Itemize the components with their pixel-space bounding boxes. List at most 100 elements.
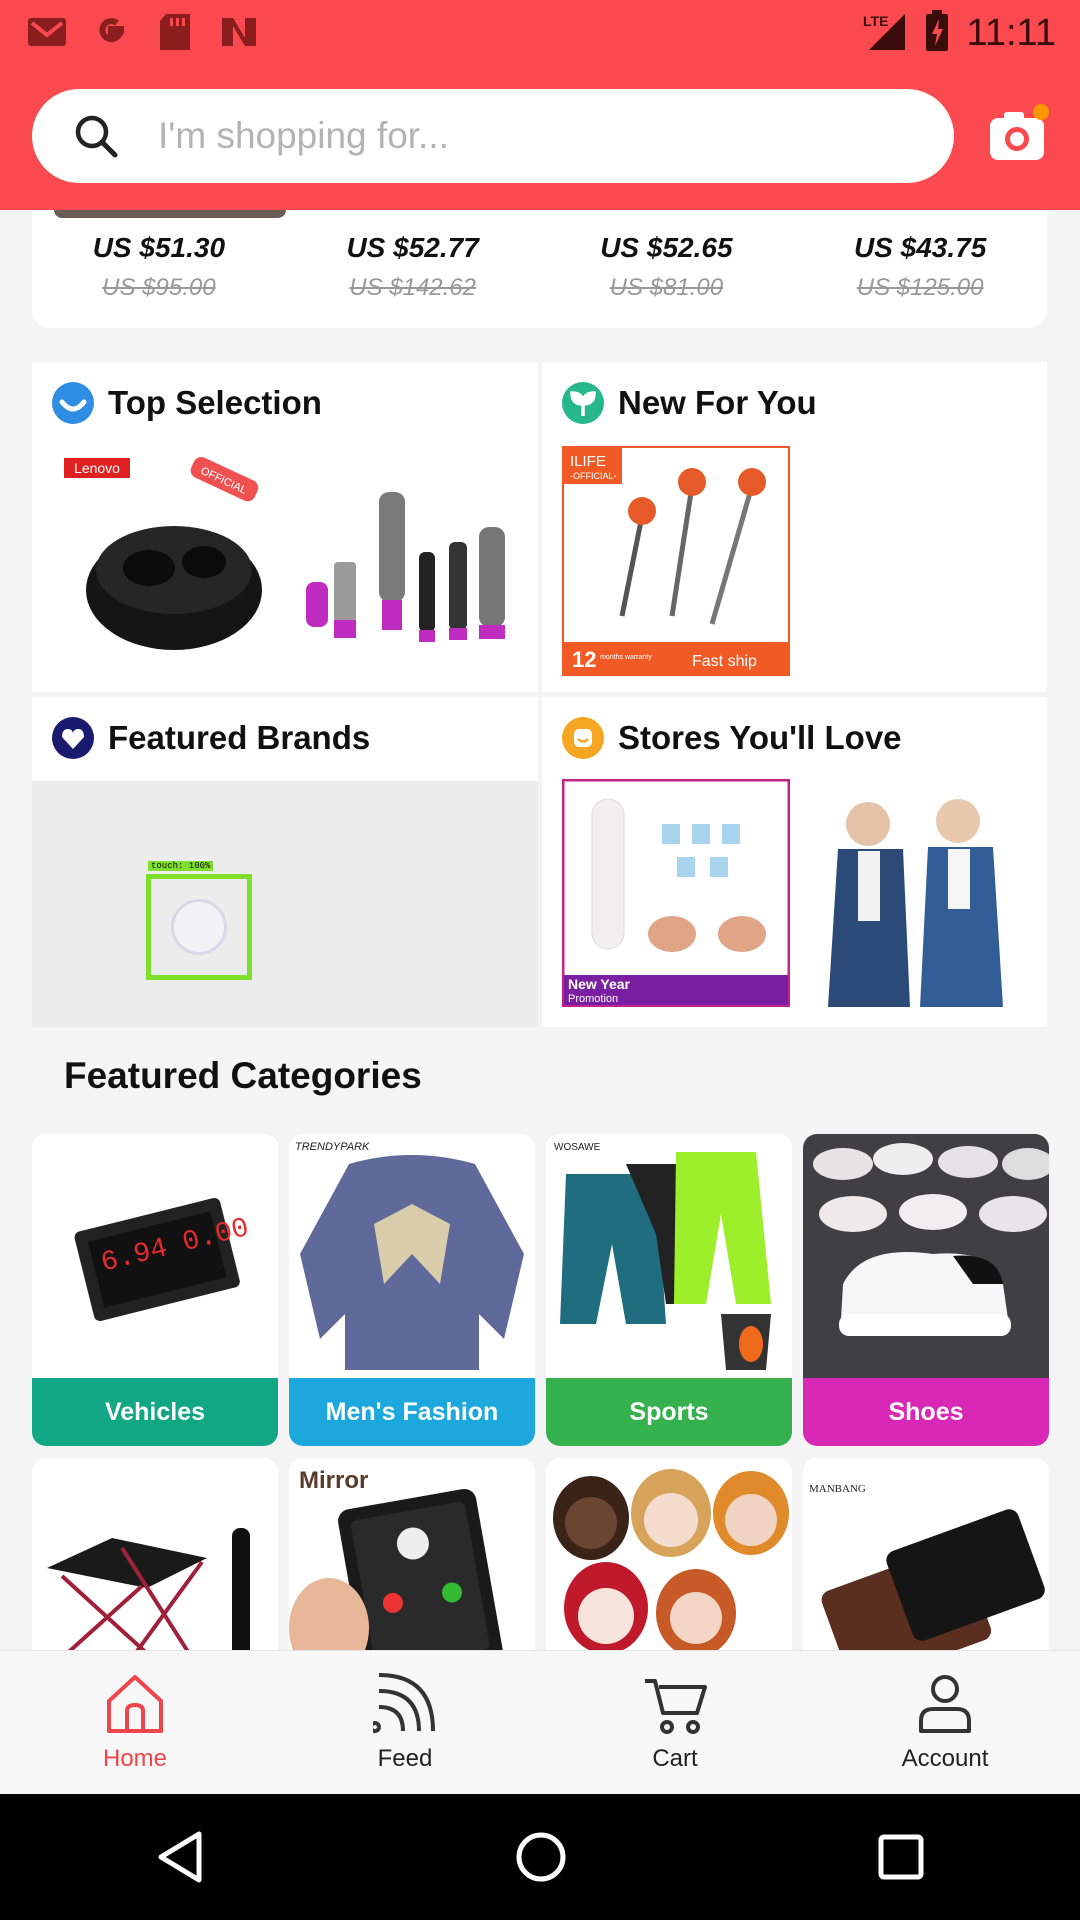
svg-text:MANBANG: MANBANG <box>809 1483 866 1495</box>
lenovo-badge: Lenovo <box>74 460 120 476</box>
search-icon <box>75 115 118 158</box>
touch-indicator <box>146 874 252 980</box>
category-image-folding-table <box>32 1458 278 1658</box>
category-item[interactable] <box>546 1458 792 1658</box>
status-clock: 11:11 <box>966 12 1056 54</box>
current-price: US $52.77 <box>346 232 479 263</box>
cart-icon <box>645 1679 707 1734</box>
category-label: Men's Fashion <box>289 1378 535 1446</box>
recents-icon[interactable] <box>877 1833 925 1881</box>
category-item[interactable]: MANBANG <box>803 1458 1049 1658</box>
svg-text:TRENDYPARK: TRENDYPARK <box>295 1141 370 1153</box>
price-item[interactable]: US $43.75 US $125.00 <box>793 210 1047 328</box>
loading-spinner <box>171 899 227 955</box>
nav-home[interactable]: Home <box>0 1651 270 1794</box>
category-label: Shoes <box>803 1378 1049 1446</box>
news-icon <box>218 12 260 52</box>
price-item[interactable]: US $52.77 US $142.62 <box>286 210 540 328</box>
category-shoes[interactable]: Shoes <box>803 1134 1049 1446</box>
category-image-voltmeter: 6.94 0.00 <box>32 1134 278 1378</box>
ilife-badge: ILIFE <box>570 453 606 470</box>
sprout-icon <box>562 382 604 424</box>
svg-text:-OFFICIAL-: -OFFICIAL- <box>570 471 617 481</box>
nav-label: Account <box>901 1745 989 1772</box>
nav-label: Home <box>102 1745 168 1772</box>
category-sports[interactable]: WOSAWE Sports <box>546 1134 792 1446</box>
touch-indicator-label: touch: 100% <box>148 861 214 871</box>
account-icon <box>919 1675 971 1733</box>
product-image-earbuds: Lenovo OFFICIAL <box>64 456 262 650</box>
diamond-heart-icon <box>52 717 94 759</box>
home-icon <box>107 1675 163 1733</box>
category-image-sweater: TRENDYPARK <box>289 1134 535 1378</box>
category-image-sneakers <box>803 1134 1049 1378</box>
battery-icon <box>925 10 949 57</box>
original-price: US $81.00 <box>609 274 724 301</box>
category-image-cycling-shorts: WOSAWE <box>546 1134 792 1378</box>
nav-account[interactable]: Account <box>810 1651 1080 1794</box>
fast-ship-badge: Fast ship <box>692 653 757 670</box>
google-icon <box>90 12 132 52</box>
bottom-nav: Home Feed Cart Account <box>0 1650 1080 1794</box>
price-item[interactable]: US $52.65 US $81.00 <box>540 210 794 328</box>
store-icon <box>562 717 604 759</box>
sd-card-icon <box>154 12 196 52</box>
back-icon[interactable] <box>155 1830 205 1884</box>
promo-badge: New Year <box>568 976 631 992</box>
category-image-wallet: MANBANG <box>803 1458 1049 1658</box>
brand-loading-area: touch: 100% <box>32 781 538 1027</box>
original-price: US $95.00 <box>102 274 216 301</box>
product-image-vacuum: ILIFE -OFFICIAL- 12 months warranty Fast… <box>562 446 790 676</box>
search-bar[interactable]: I'm shopping for... <box>32 89 954 183</box>
top-bar: LTE 11:11 I'm shopping for... <box>0 0 1080 210</box>
tile-new-for-you[interactable]: New For You ILIFE -OFFICIAL- 12 months w… <box>542 362 1047 692</box>
category-vehicles[interactable]: 6.94 0.00 Vehicles <box>32 1134 278 1446</box>
product-image-pore-vacuum: New Year Promotion <box>562 779 790 1007</box>
original-price: US $125.00 <box>856 274 984 301</box>
svg-text:12: 12 <box>572 647 596 672</box>
tile-top-selection[interactable]: Top Selection Lenovo OFFICIAL <box>32 362 538 692</box>
product-image-denim-jackets <box>828 799 1003 1007</box>
search-placeholder: I'm shopping for... <box>158 115 449 156</box>
category-image-phone-case: Mirror <box>289 1458 535 1658</box>
tile-title: Stores You'll Love <box>618 719 902 756</box>
category-mens-fashion[interactable]: TRENDYPARK Men's Fashion <box>289 1134 535 1446</box>
home-circle-icon[interactable] <box>514 1830 568 1884</box>
system-nav-bar <box>0 1794 1080 1920</box>
svg-text:Mirror: Mirror <box>299 1467 368 1494</box>
category-label: Vehicles <box>32 1378 278 1446</box>
featured-categories-title: Featured Categories <box>64 1055 422 1096</box>
status-system: LTE 11:11 <box>861 10 1056 57</box>
product-image-edge <box>54 210 286 218</box>
deal-prices-strip: US $51.30 US $95.00 US $52.77 US $142.62… <box>32 210 1047 328</box>
nav-cart[interactable]: Cart <box>540 1651 810 1794</box>
current-price: US $43.75 <box>853 232 987 263</box>
svg-text:WOSAWE: WOSAWE <box>554 1142 601 1153</box>
category-item[interactable] <box>32 1458 278 1658</box>
camera-icon <box>990 104 1049 160</box>
current-price: US $52.65 <box>600 232 733 263</box>
product-image-hair-styler <box>306 492 505 642</box>
category-image-dolls <box>546 1458 792 1658</box>
original-price: US $142.62 <box>349 274 476 301</box>
category-item[interactable]: Mirror <box>289 1458 535 1658</box>
camera-search-button[interactable] <box>986 104 1050 168</box>
tile-title: New For You <box>618 384 817 421</box>
smile-icon <box>52 382 94 424</box>
nav-label: Cart <box>652 1745 698 1772</box>
feed-icon <box>373 1673 435 1734</box>
svg-text:LTE: LTE <box>863 13 888 29</box>
tile-title: Featured Brands <box>108 719 371 756</box>
signal-icon: LTE <box>861 10 907 57</box>
svg-text:months warranty: months warranty <box>600 654 652 661</box>
price-item[interactable]: US $51.30 US $95.00 <box>32 210 286 328</box>
nav-label: Feed <box>377 1745 433 1772</box>
tile-stores-youll-love[interactable]: Stores You'll Love New Year Promotion <box>542 697 1047 1027</box>
status-notifications <box>26 12 260 52</box>
svg-text:Promotion: Promotion <box>568 993 618 1005</box>
category-label: Sports <box>546 1378 792 1446</box>
gmail-icon <box>26 12 68 52</box>
tile-featured-brands[interactable]: Featured Brands touch: 100% <box>32 697 538 1027</box>
tile-title: Top Selection <box>108 384 322 421</box>
nav-feed[interactable]: Feed <box>270 1651 540 1794</box>
